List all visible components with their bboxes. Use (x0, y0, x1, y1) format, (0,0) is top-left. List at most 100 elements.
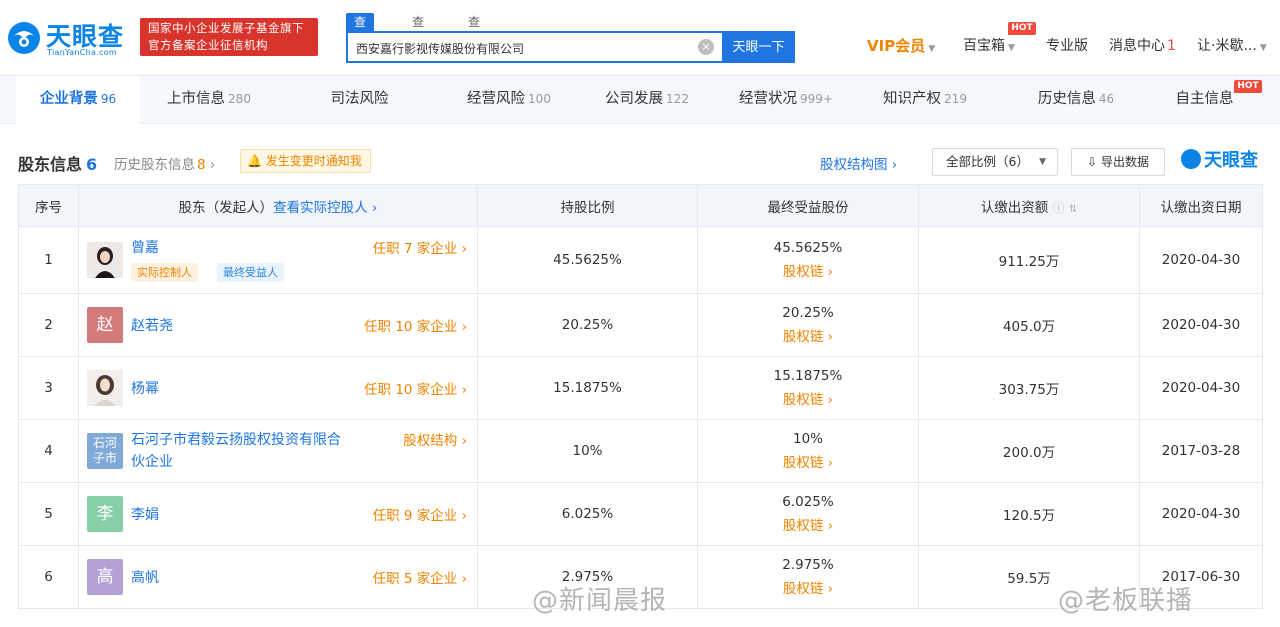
cell-date: 2017-03-28 (1139, 419, 1263, 483)
chain-label: 股权链 (782, 455, 824, 471)
holder-name-link[interactable]: 曾嘉 (131, 237, 159, 257)
role-link[interactable]: 任职 9 家企业 › (373, 504, 467, 524)
holder-name-link[interactable]: 李娟 (131, 504, 159, 524)
final-share-value: 10% (792, 431, 823, 447)
section-count: 6 (86, 155, 98, 174)
tab-history-info[interactable]: 历史信息 46 (1026, 76, 1126, 124)
col-capital-header[interactable]: 认缴出资额 ⓘ ⇅ (918, 184, 1140, 227)
cell-holder: 高 高帆 任职 5 家企业 › (78, 545, 478, 609)
avatar[interactable]: 李 (87, 496, 123, 532)
brand-eye-icon (1181, 149, 1201, 169)
equity-chain-link[interactable]: 股权链 › (698, 388, 918, 408)
cell-index: 4 (18, 419, 79, 483)
tab-label: 知识产权 (883, 91, 942, 107)
slogan-line-2: 官方备案企业征信机构 (148, 38, 268, 52)
structure-label: 股权结构图 (820, 157, 888, 173)
cell-date: 2017-06-30 (1139, 545, 1263, 609)
export-icon: ⇩ (1087, 155, 1098, 169)
equity-chain-link[interactable]: 股权链 › (698, 325, 918, 345)
brand-mini-text: 天眼查 (1204, 150, 1258, 171)
cell-ratio: 2.975% (477, 545, 698, 609)
tab-count: 46 (1098, 92, 1115, 106)
search-box: × (346, 31, 722, 63)
tab-count: 96 (100, 92, 117, 106)
role-link[interactable]: 任职 5 家企业 › (373, 567, 467, 587)
cell-date: 2020-04-30 (1139, 226, 1263, 294)
avatar[interactable]: 石河 子市 (87, 433, 123, 469)
cell-ratio: 10% (477, 419, 698, 483)
tab-judicial-risk[interactable]: 司法风险 (318, 76, 404, 124)
user-menu[interactable]: 让·米歇... ▼ (1197, 36, 1267, 56)
cell-date: 2020-04-30 (1139, 293, 1263, 357)
role-link[interactable]: 任职 7 家企业 › (373, 237, 467, 257)
cell-final: 45.5625% 股权链 › (697, 226, 919, 294)
sort-icon[interactable]: ⇅ (1069, 204, 1077, 215)
tab-label: 企业背景 (39, 91, 98, 107)
search-tab-company[interactable]: 查公司 (346, 13, 375, 65)
tab-operation-status[interactable]: 经营状况 999+ (730, 76, 842, 124)
history-label: 历史股东信息 (114, 157, 195, 173)
message-center-link[interactable]: 消息中心 1 (1109, 36, 1176, 56)
role-text: 任职 5 家企业 (372, 571, 458, 587)
actual-controller-link[interactable]: 查看实际控股人 › (273, 200, 377, 216)
export-data-button[interactable]: ⇩ 导出数据 (1071, 148, 1165, 176)
treasure-box-link[interactable]: 百宝箱 ▼ (963, 36, 1015, 56)
avatar[interactable]: 赵 (87, 307, 123, 343)
cell-final: 10% 股权链 › (697, 419, 919, 483)
search-button[interactable]: 天眼一下 (722, 31, 795, 63)
equity-chain-link[interactable]: 股权链 › (698, 514, 918, 534)
final-beneficiary-tag: 最终受益人 (217, 263, 284, 282)
chevron-down-icon: ▼ (928, 44, 936, 54)
vip-member-link[interactable]: VIP会员 ▼ (867, 36, 935, 56)
final-share-value: 6.025% (782, 494, 834, 510)
message-count: 1 (1167, 38, 1176, 54)
equity-chain-link[interactable]: 股权链 › (698, 451, 918, 471)
history-shareholders-link[interactable]: 历史股东信息 8 › (114, 153, 215, 173)
tab-self-info[interactable]: 自主信息 (1168, 76, 1244, 124)
role-link[interactable]: 任职 10 家企业 › (364, 315, 467, 335)
ratio-filter-select[interactable]: 全部比例（6） ▼ (932, 148, 1058, 176)
table-row: 1 曾嘉 任职 7 家企业 › 实际控制人 最终受益人 45.5625% 45.… (18, 226, 1263, 294)
tab-enterprise-background[interactable]: 企业背景 96 (16, 76, 140, 124)
tab-listing-info[interactable]: 上市信息 280 (154, 76, 264, 124)
tab-count: 100 (528, 92, 551, 106)
search-input[interactable] (356, 39, 686, 57)
table-row: 4 石河 子市 石河子市君毅云扬股权投资有限合 伙企业 股权结构 › 10% 1… (18, 419, 1263, 483)
tab-company-development[interactable]: 公司发展 122 (594, 76, 700, 124)
role-link[interactable]: 任职 10 家企业 › (364, 378, 467, 398)
avatar-photo[interactable] (87, 370, 123, 406)
clear-icon[interactable]: × (698, 39, 714, 55)
search-tab-boss[interactable]: 查老板 (412, 13, 424, 65)
holder-name-link[interactable]: 石河子市君毅云扬股权投资有限合 伙企业 (131, 429, 341, 473)
tianyancha-logo[interactable]: 天眼查 TianYanCha.com (6, 14, 134, 60)
change-notify-button[interactable]: 🔔 发生变更时通知我 (240, 149, 371, 173)
chain-label: 股权链 (782, 264, 824, 280)
top-header: 天眼查 TianYanCha.com 国家中小企业发展子基金旗下 官方备案企业征… (0, 0, 1280, 76)
tab-label: 经营状况 (739, 91, 798, 107)
tab-intellectual-property[interactable]: 知识产权 219 (872, 76, 978, 124)
chevron-down-icon: ▼ (1259, 43, 1267, 53)
holder-name-link[interactable]: 高帆 (131, 567, 159, 587)
controller-link-label: 查看实际控股人 (273, 199, 368, 216)
holder-name-link[interactable]: 赵若尧 (131, 315, 173, 335)
help-icon[interactable]: ⓘ (1053, 201, 1065, 215)
avatar[interactable]: 高 (87, 559, 123, 595)
col-ratio-header: 持股比例 (477, 184, 698, 227)
holder-name-link[interactable]: 杨幂 (131, 378, 159, 398)
final-share-value: 45.5625% (773, 240, 843, 256)
avatar-photo[interactable] (87, 242, 123, 278)
search-tab-relation[interactable]: 查关系 (468, 13, 480, 65)
cell-capital: 59.5万 (918, 545, 1140, 609)
holder-header-label: 股东（发起人） (178, 199, 274, 216)
avatar-line-2: 子市 (92, 451, 117, 465)
tab-operation-risk[interactable]: 经营风险 100 (454, 76, 564, 124)
pro-version-link[interactable]: 专业版 (1046, 36, 1088, 56)
section-title-text: 股东信息 (18, 155, 83, 174)
equity-structure-link[interactable]: 股权结构图 › (820, 153, 897, 173)
cell-index: 1 (18, 226, 79, 294)
equity-chain-link[interactable]: 股权链 › (698, 260, 918, 280)
equity-chain-link[interactable]: 股权链 › (698, 577, 918, 597)
cell-ratio: 15.1875% (477, 356, 698, 420)
slogan-line-1: 国家中小企业发展子基金旗下 (148, 21, 304, 35)
equity-structure-row-link[interactable]: 股权结构 › (403, 429, 467, 449)
